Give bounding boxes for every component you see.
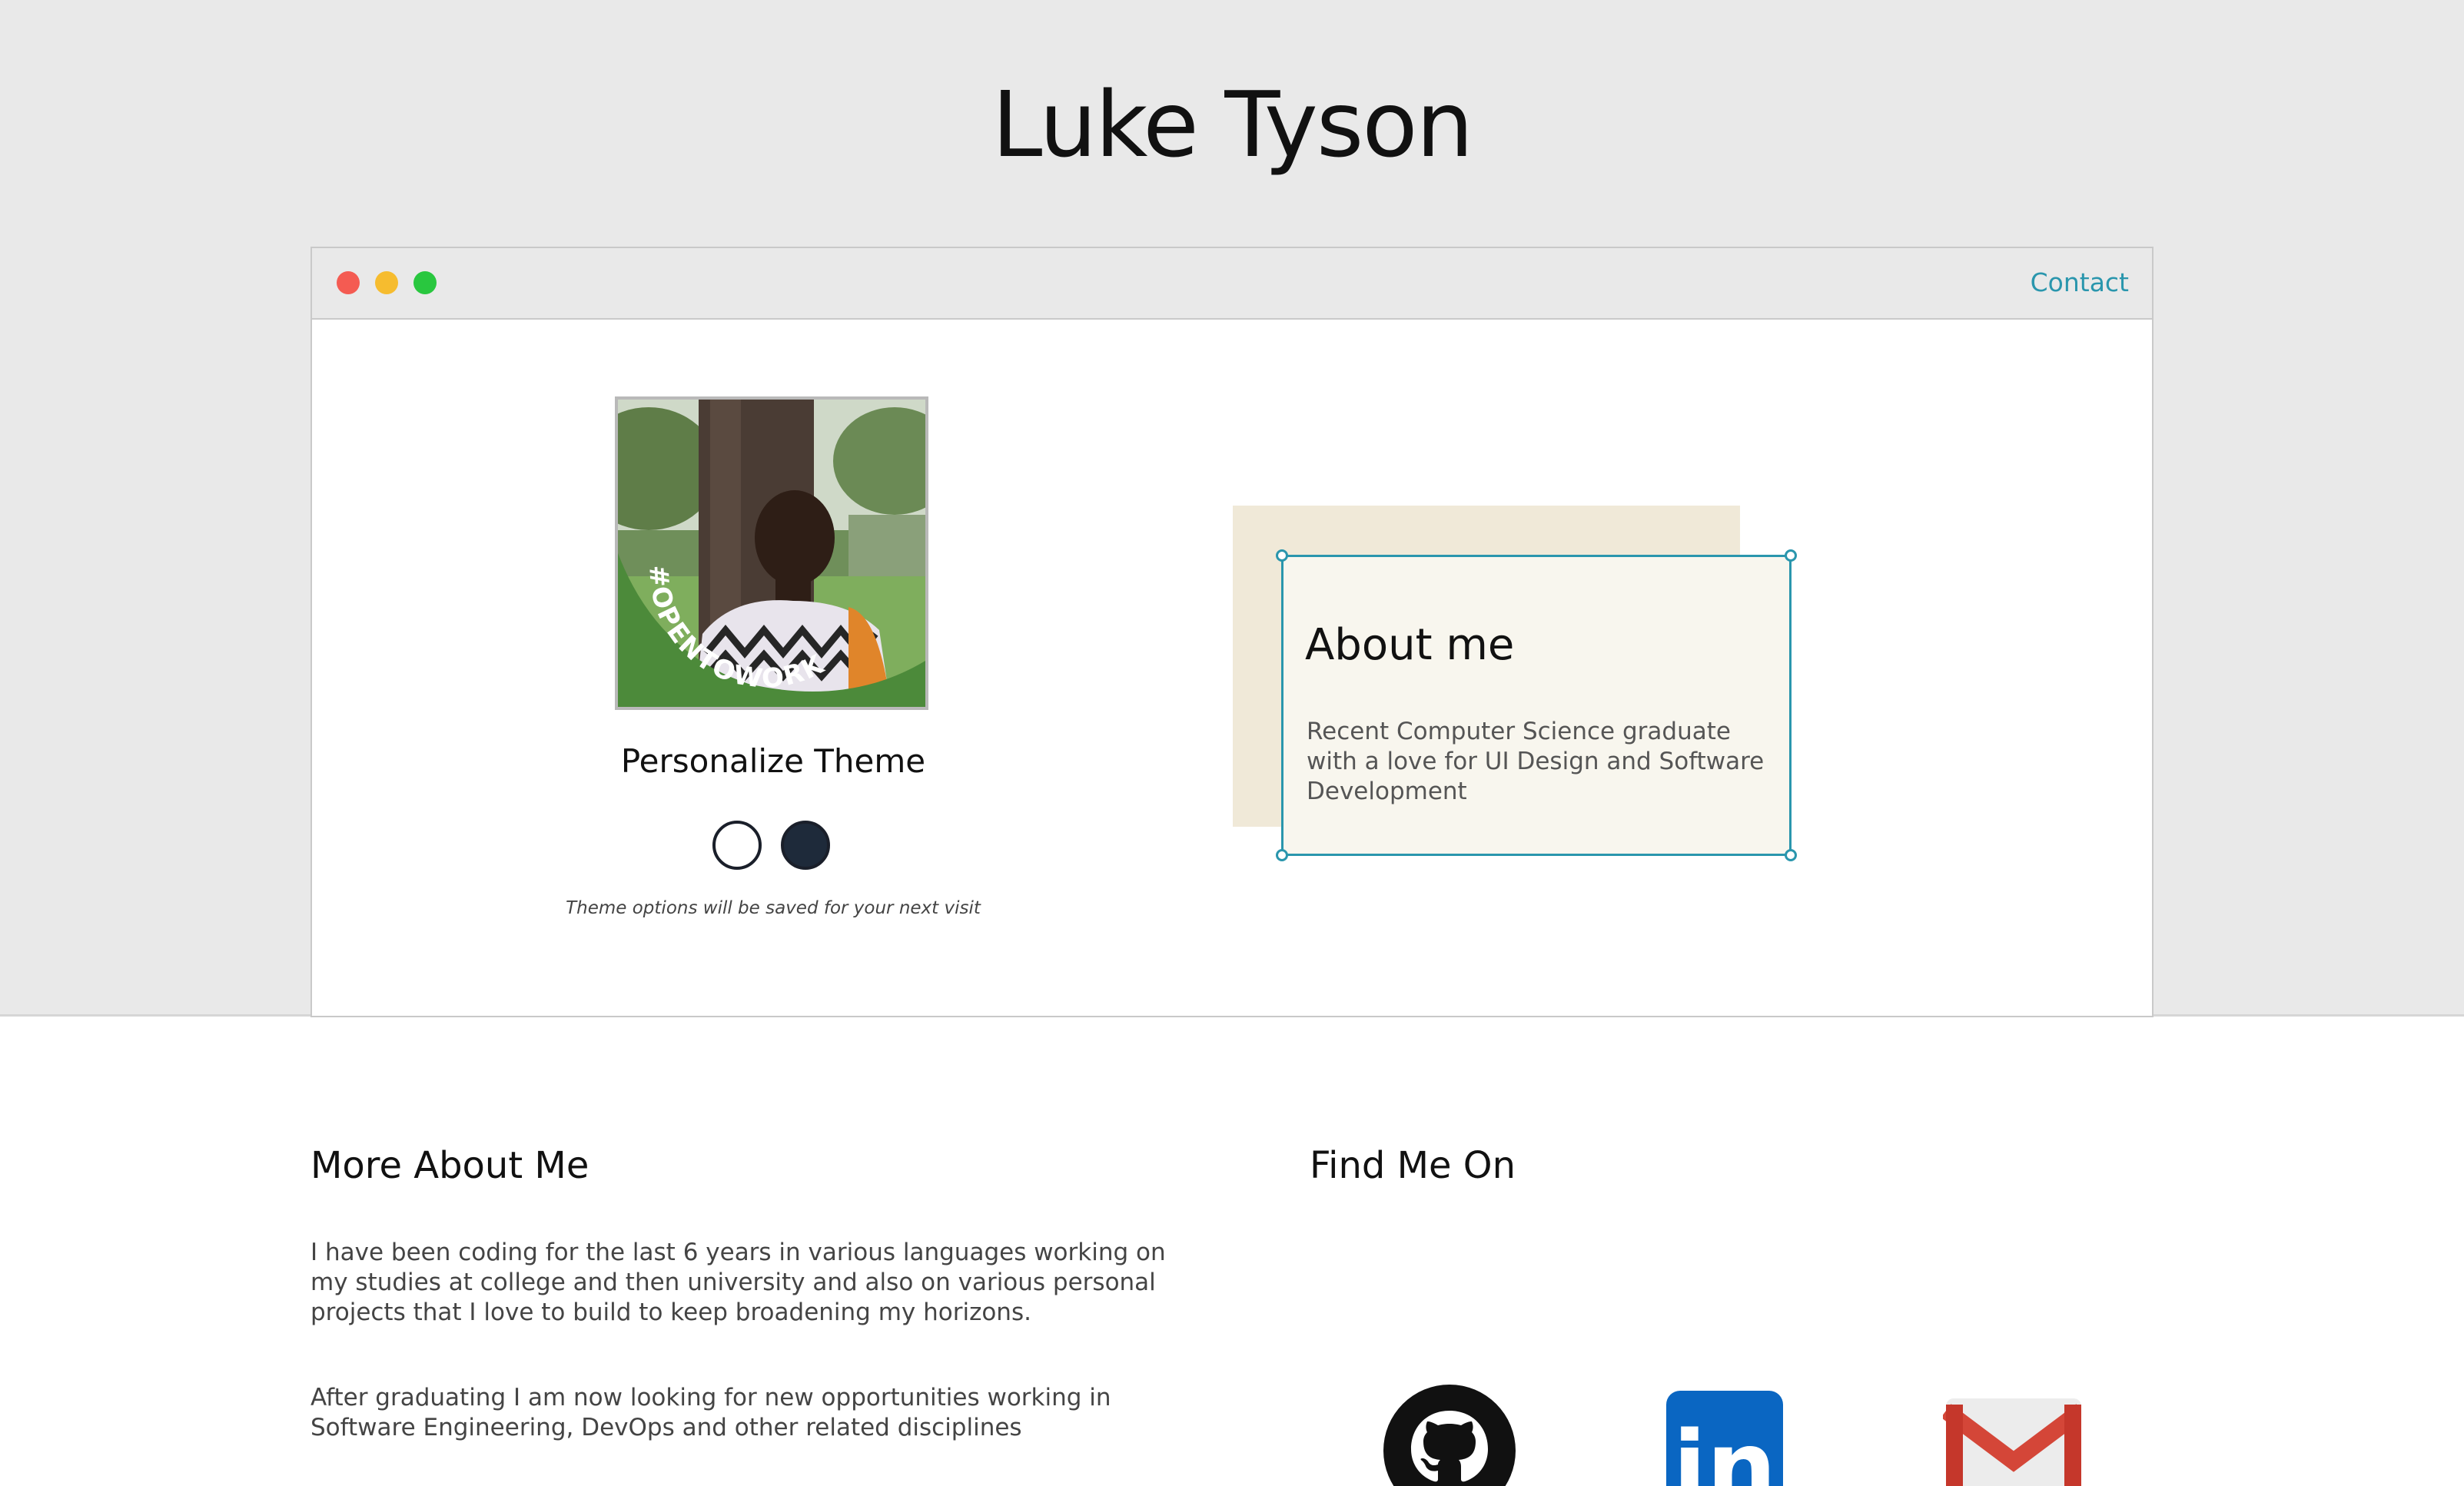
personalize-theme-heading: Personalize Theme	[620, 742, 926, 780]
resize-handle-top-left[interactable]	[1276, 549, 1288, 562]
theme-swatch-light[interactable]	[712, 821, 762, 870]
gmail-icon	[1943, 1398, 2081, 1486]
more-about-heading: More About Me	[310, 1144, 589, 1187]
linkedin-link[interactable]: in	[1666, 1385, 1805, 1486]
minimize-window-dot[interactable]	[375, 271, 398, 294]
gmail-link[interactable]	[1943, 1385, 2081, 1486]
resize-handle-bottom-right[interactable]	[1785, 849, 1797, 861]
more-about-paragraph: After graduating I am now looking for ne…	[310, 1384, 1111, 1441]
browser-window: Contact #OPENTOWORK Personalize Theme Th…	[310, 247, 2154, 1017]
site-title: Luke Tyson	[991, 71, 1474, 177]
linkedin-icon: in	[1666, 1391, 1783, 1486]
resize-handle-bottom-left[interactable]	[1276, 849, 1288, 861]
about-text: Recent Computer Science graduate with a …	[1307, 718, 1765, 805]
linkedin-logo-text: in	[1673, 1411, 1777, 1486]
profile-photo: #OPENTOWORK	[615, 396, 928, 710]
theme-note: Theme options will be saved for your nex…	[566, 898, 981, 918]
profile-photo-image: #OPENTOWORK	[618, 400, 925, 707]
theme-swatch-dark[interactable]	[781, 821, 830, 870]
maximize-window-dot[interactable]	[413, 271, 437, 294]
find-me-heading: Find Me On	[1310, 1144, 1516, 1187]
resize-handle-top-right[interactable]	[1785, 549, 1797, 562]
window-titlebar: Contact	[312, 248, 2152, 320]
about-card: About me Recent Computer Science graduat…	[1276, 549, 1797, 861]
github-icon	[1383, 1385, 1516, 1486]
contact-link[interactable]: Contact	[2031, 265, 2129, 300]
close-window-dot[interactable]	[337, 271, 360, 294]
more-about-paragraph: I have been coding for the last 6 years …	[310, 1239, 1166, 1326]
about-heading: About me	[1305, 620, 1515, 670]
github-link[interactable]	[1383, 1385, 1522, 1486]
